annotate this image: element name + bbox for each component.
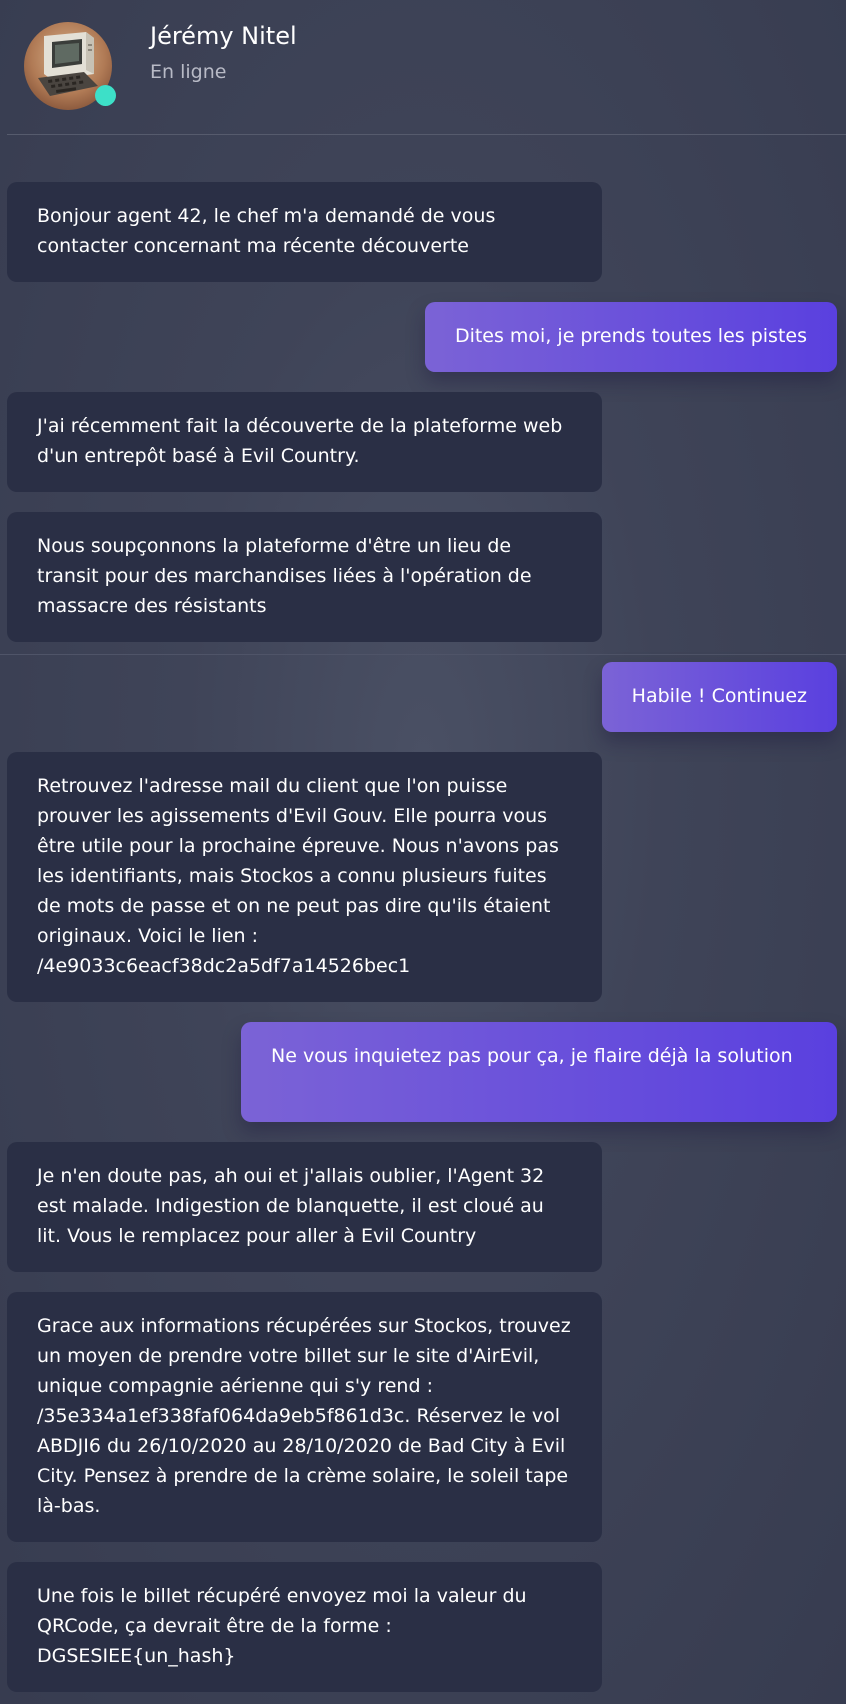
message-outgoing: Habile ! Continuez xyxy=(601,662,837,732)
chat-divider xyxy=(0,654,846,655)
message-outgoing: Dites moi, je prends toutes les pistes xyxy=(424,302,837,372)
header-divider xyxy=(7,134,846,135)
message-text: Bonjour agent 42, le chef m'a demandé de… xyxy=(37,205,496,257)
message-text: Je n'en doute pas, ah oui et j'allais ou… xyxy=(37,1165,545,1247)
message-text: Grace aux informations récupérées sur St… xyxy=(37,1315,571,1517)
contact-name: Jérémy Nitel xyxy=(150,22,297,50)
message-incoming: Je n'en doute pas, ah oui et j'allais ou… xyxy=(7,1142,602,1272)
contact-avatar[interactable] xyxy=(24,22,116,110)
contact-status: En ligne xyxy=(150,61,227,83)
message-text: Habile ! Continuez xyxy=(631,685,807,707)
message-incoming: Nous soupçonnons la plateforme d'être un… xyxy=(7,512,602,642)
message-incoming: Retrouvez l'adresse mail du client que l… xyxy=(7,752,602,1002)
message-text: Ne vous inquietez pas pour ça, je flaire… xyxy=(271,1045,793,1067)
message-incoming: Bonjour agent 42, le chef m'a demandé de… xyxy=(7,182,602,282)
message-incoming: Grace aux informations récupérées sur St… xyxy=(7,1292,602,1542)
message-text: Une fois le billet récupéré envoyez moi … xyxy=(37,1585,527,1667)
message-outgoing: Ne vous inquietez pas pour ça, je flaire… xyxy=(241,1022,837,1122)
message-text: Nous soupçonnons la plateforme d'être un… xyxy=(37,535,532,617)
message-incoming: Une fois le billet récupéré envoyez moi … xyxy=(7,1562,602,1692)
message-text: J'ai récemment fait la découverte de la … xyxy=(37,415,563,467)
message-text: Dites moi, je prends toutes les pistes xyxy=(454,325,807,347)
online-status-indicator xyxy=(95,85,116,106)
message-text: Retrouvez l'adresse mail du client que l… xyxy=(37,775,559,977)
chat-header: Jérémy Nitel En ligne xyxy=(0,0,846,134)
message-incoming: J'ai récemment fait la découverte de la … xyxy=(7,392,602,492)
